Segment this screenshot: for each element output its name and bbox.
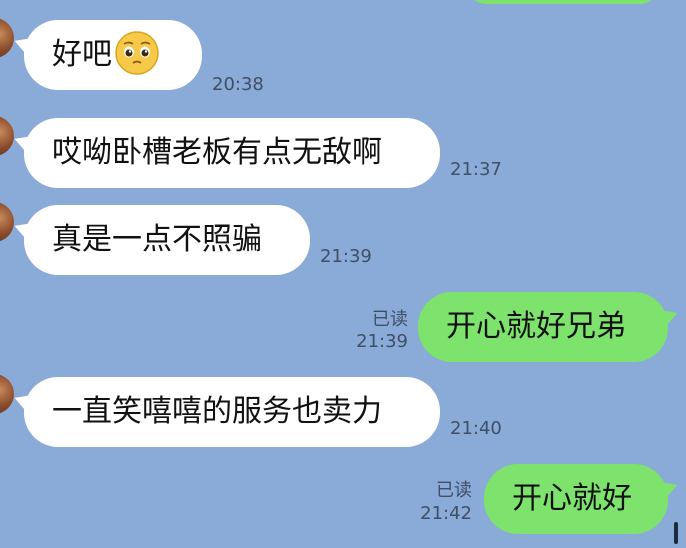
read-receipt: 已读 [372, 309, 408, 330]
incoming-message-bubble[interactable]: 一直笑嘻嘻的服务也卖力 [24, 377, 440, 447]
outgoing-message-bubble[interactable]: 开心就好兄弟 [418, 292, 668, 362]
contact-avatar[interactable] [0, 374, 14, 414]
incoming-message-bubble[interactable]: 哎呦卧槽老板有点无敌啊 [24, 118, 440, 188]
message-text: 开心就好兄弟 [446, 309, 626, 344]
message-timestamp: 21:39 [356, 331, 408, 352]
message-timestamp: 21:40 [450, 418, 502, 439]
contact-avatar[interactable] [0, 116, 14, 156]
message-text: 好吧 [52, 37, 112, 72]
contact-avatar[interactable] [0, 202, 14, 242]
pleading-face-icon [115, 30, 159, 75]
message-text: 一直笑嘻嘻的服务也卖力 [52, 394, 382, 429]
message-timestamp: 21:37 [450, 159, 502, 180]
previous-outgoing-bubble-edge [468, 0, 658, 4]
contact-avatar[interactable] [0, 18, 14, 58]
message-timestamp: 20:38 [212, 74, 264, 95]
incoming-message-bubble[interactable]: 真是一点不照骗 [24, 205, 310, 275]
incoming-message-bubble[interactable]: 好吧 [24, 20, 202, 90]
message-timestamp: 21:39 [320, 246, 372, 267]
scrollbar[interactable] [674, 522, 678, 544]
outgoing-message-bubble[interactable]: 开心就好 [484, 464, 668, 534]
message-text: 开心就好 [512, 481, 632, 516]
message-text: 真是一点不照骗 [52, 222, 262, 257]
message-text: 哎呦卧槽老板有点无敌啊 [52, 135, 382, 170]
message-timestamp: 21:42 [420, 503, 472, 524]
read-receipt: 已读 [436, 480, 472, 501]
